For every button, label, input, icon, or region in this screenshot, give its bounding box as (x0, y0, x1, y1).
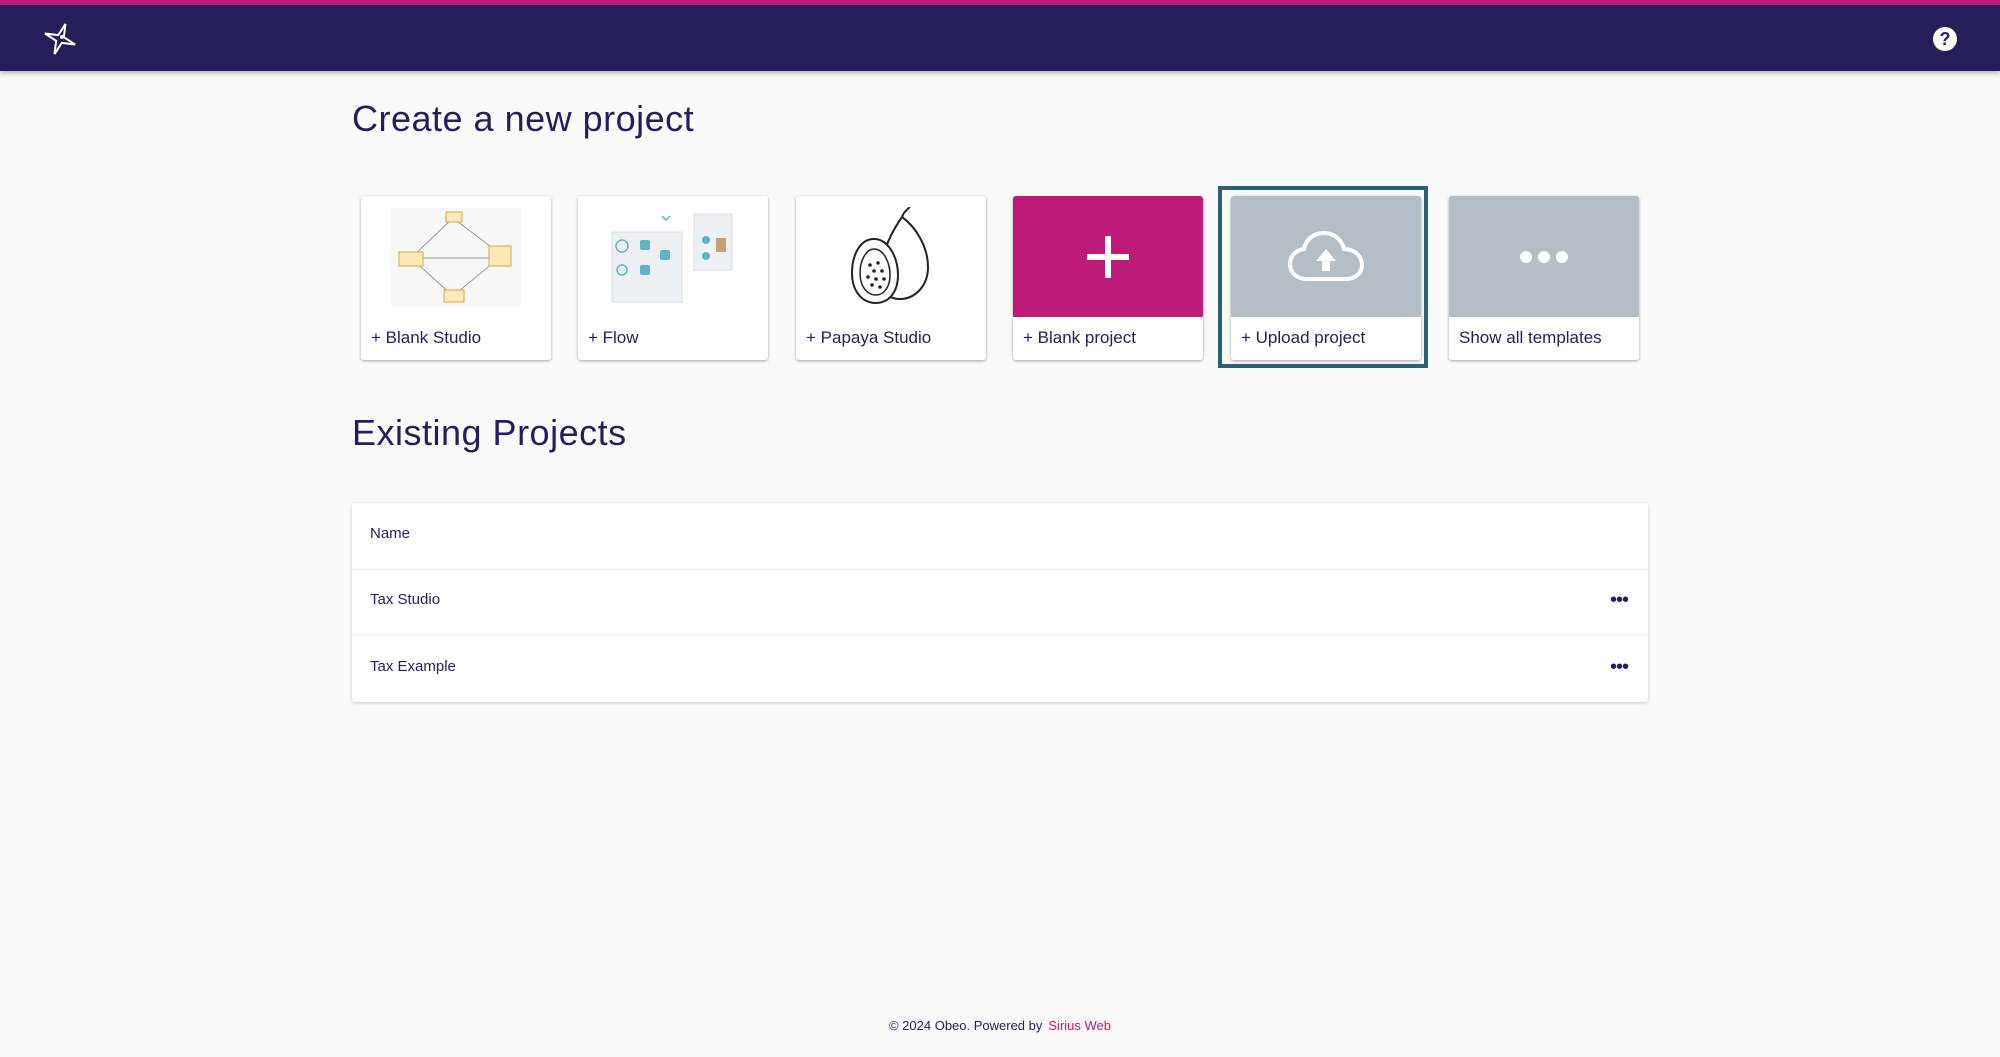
create-project-title: Create a new project (352, 98, 695, 139)
card-label: + Blank project (1023, 328, 1136, 347)
card-label: + Blank Studio (371, 328, 482, 347)
sirius-web-link[interactable]: Sirius Web (1048, 1018, 1111, 1033)
template-card-blank-project[interactable]: + Blank project (1013, 196, 1203, 360)
table-row[interactable]: Tax Studio ••• (352, 569, 1648, 636)
project-name[interactable]: Tax Example (370, 658, 456, 675)
more-actions-icon[interactable]: ••• (1604, 654, 1634, 684)
column-header-name[interactable]: Name (370, 525, 410, 542)
card-label: + Upload project (1241, 328, 1366, 347)
card-label: + Flow (588, 328, 639, 347)
footer-text: © 2024 Obeo. Powered by (888, 1018, 1043, 1033)
project-name[interactable]: Tax Studio (370, 591, 440, 608)
app-bar: ? (0, 5, 2000, 71)
table-header-row: Name (352, 503, 1648, 570)
template-card-show-all[interactable]: Show all templates (1449, 196, 1639, 360)
more-horizontal-icon (1449, 196, 1639, 317)
cloud-upload-icon (1231, 196, 1421, 317)
template-card-blank-studio[interactable]: + Blank Studio (361, 196, 551, 360)
papaya-icon (796, 196, 986, 317)
template-card-papaya-studio[interactable]: + Papaya Studio (796, 196, 986, 360)
flow-thumbnail-icon (578, 196, 768, 317)
card-label: + Papaya Studio (806, 328, 932, 347)
existing-projects-title: Existing Projects (352, 412, 627, 453)
card-label: Show all templates (1459, 328, 1602, 347)
projects-table: Name Tax Studio ••• Tax Example ••• (352, 503, 1648, 702)
sirius-logo-icon[interactable] (40, 19, 80, 59)
table-row[interactable]: Tax Example ••• (352, 636, 1648, 702)
template-card-flow[interactable]: + Flow (578, 196, 768, 360)
template-card-upload-project[interactable]: + Upload project (1231, 196, 1421, 360)
diagram-thumbnail-icon (361, 196, 551, 317)
help-icon[interactable]: ? (1933, 27, 1957, 51)
more-actions-icon[interactable]: ••• (1604, 587, 1634, 617)
footer: © 2024 Obeo. Powered by Sirius Web (0, 1018, 2000, 1033)
plus-icon (1013, 196, 1203, 317)
